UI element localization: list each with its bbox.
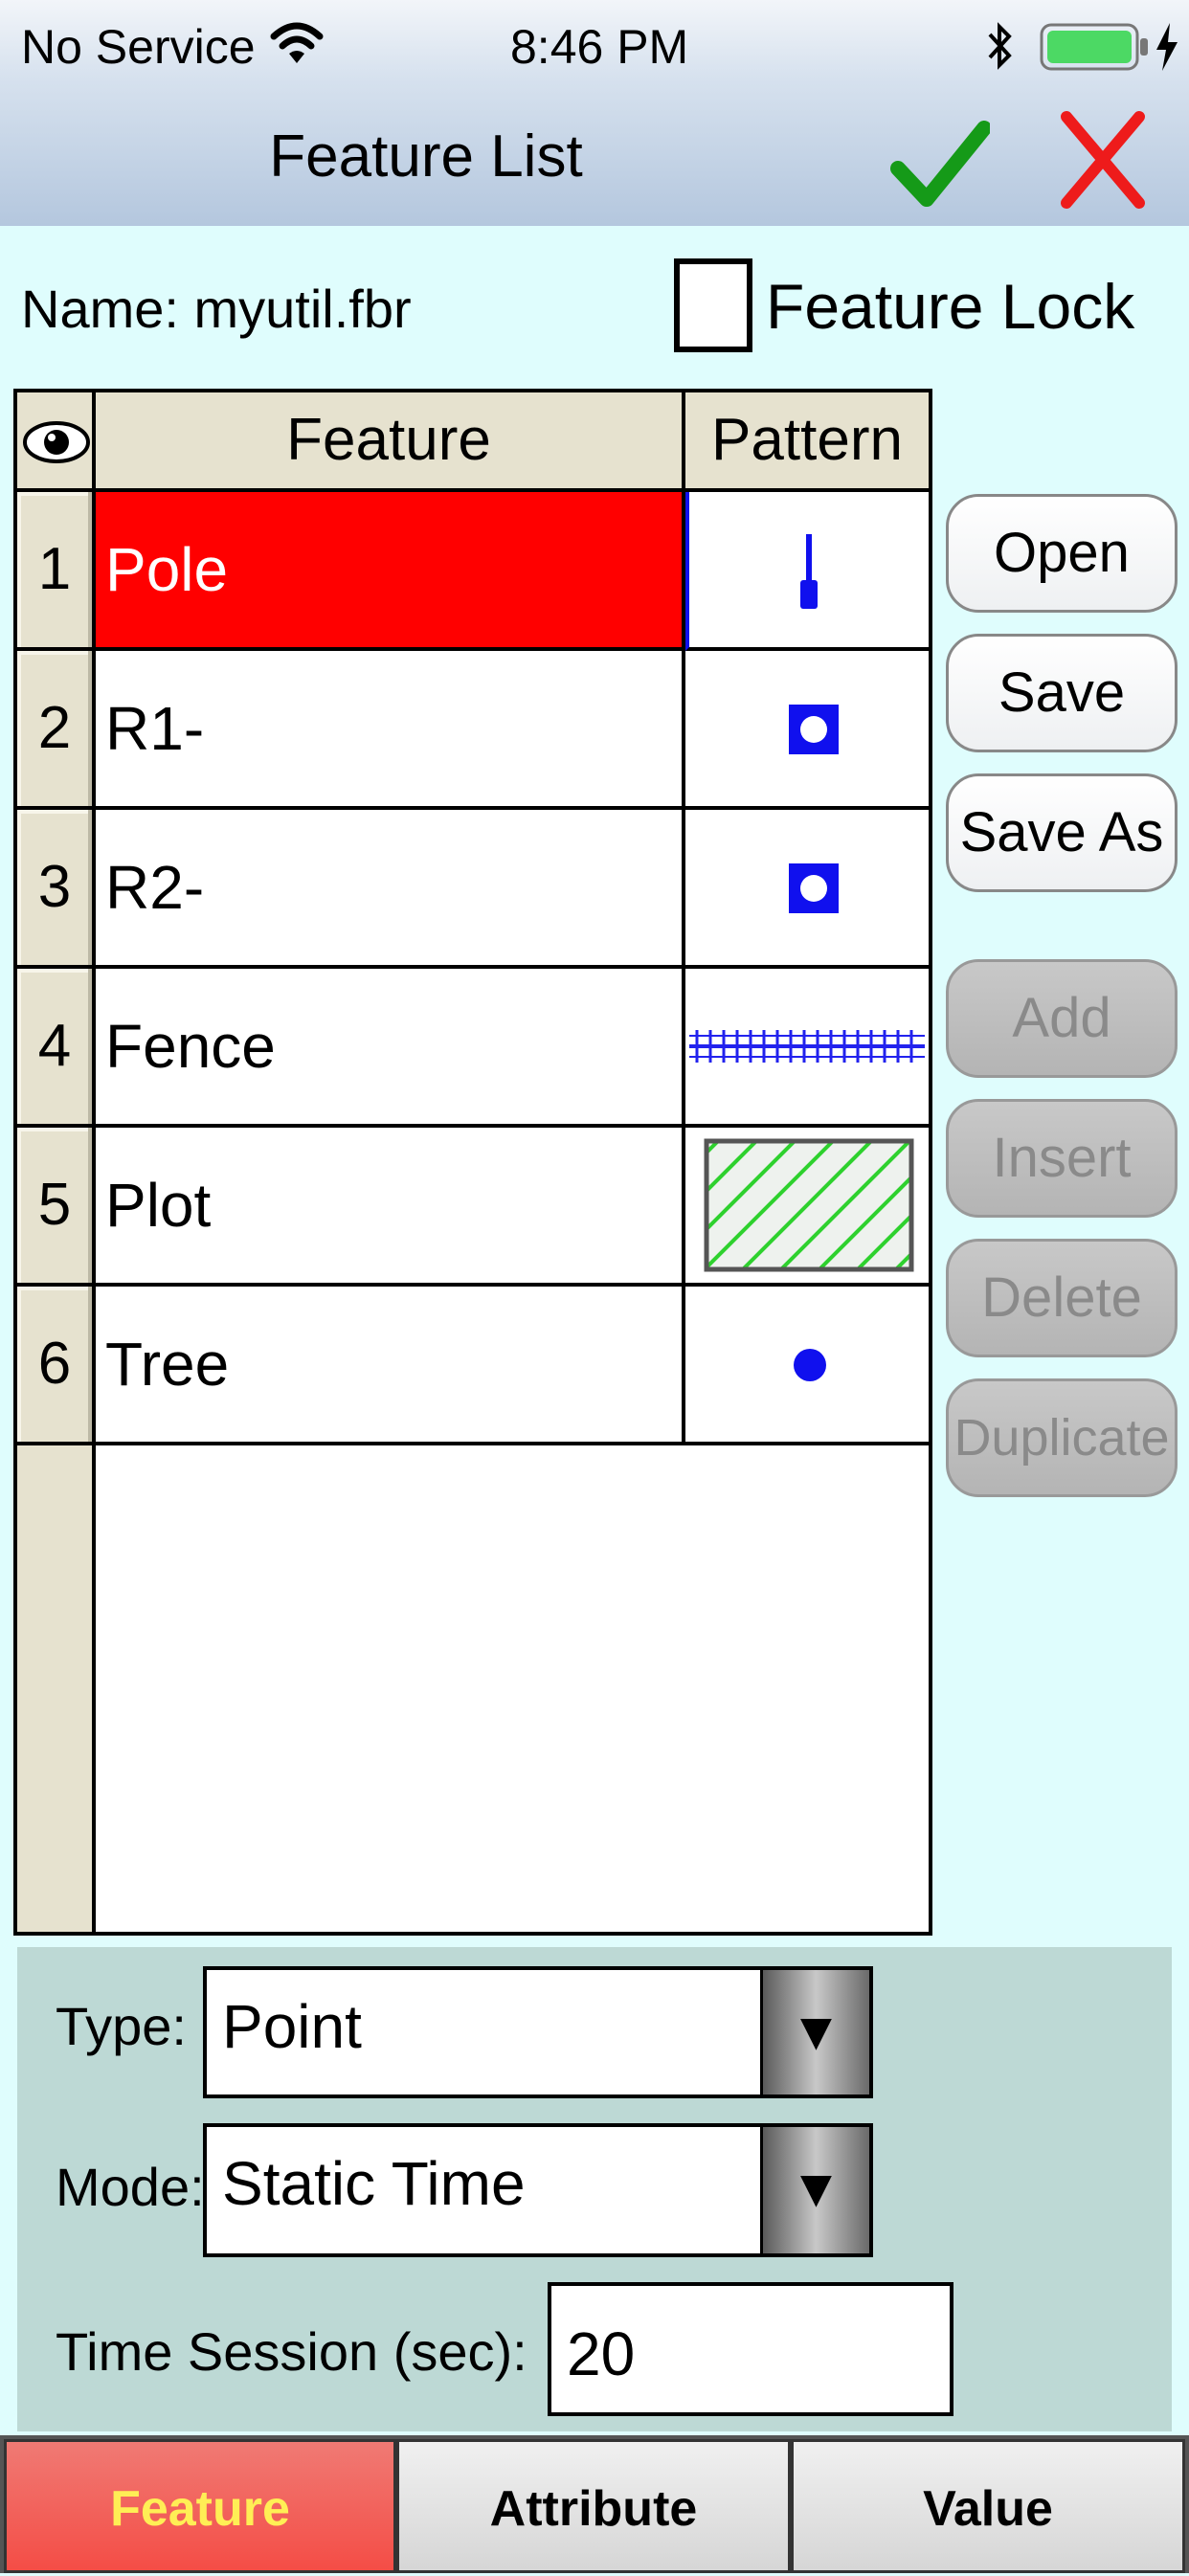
pattern-cell[interactable] [685,651,929,810]
file-name-label: Name: myutil.fbr [21,279,412,339]
row-number-6[interactable]: 6 [17,1287,96,1445]
feature-lock-label[interactable]: Feature Lock [766,270,1134,343]
row-number-2[interactable]: 2 [17,651,96,810]
bluetooth-icon [986,19,1015,73]
pattern-header-label: Pattern [711,407,903,473]
row-number-5[interactable]: 5 [17,1128,96,1287]
save-button[interactable]: Save [946,634,1178,752]
close-x-icon[interactable] [1059,109,1147,211]
mode-label: Mode: [56,2157,205,2217]
hollow-square-icon [789,705,839,754]
feature-column-header[interactable]: Feature [96,392,685,492]
save-as-button[interactable]: Save As [946,773,1178,892]
fence-line-icon [689,1026,925,1066]
dot-point-icon [793,1348,827,1382]
pole-point-icon [795,534,823,611]
time-session-label: Time Session (sec): [56,2321,527,2382]
feature-lock-checkbox[interactable] [674,258,752,352]
type-value: Point [222,1992,362,2061]
pattern-cell[interactable] [685,1128,929,1287]
tab-value[interactable]: Value [791,2439,1185,2573]
page-title: Feature List [269,123,583,190]
pattern-cell[interactable] [685,1287,929,1445]
feature-name: Pole [105,535,229,604]
row-index-filler [17,1445,96,1932]
duplicate-button[interactable]: Duplicate [946,1378,1178,1497]
pattern-cell[interactable] [685,810,929,969]
table-row-plot[interactable]: Plot [96,1128,685,1287]
feature-name: R1- [105,694,205,763]
checkmark-icon[interactable] [890,119,992,211]
feature-name: Tree [105,1330,230,1399]
time-session-value: 20 [567,2319,636,2388]
carrier-label: No Service [21,20,256,74]
mode-value: Static Time [222,2149,526,2218]
hatched-area-icon [703,1137,915,1273]
table-row-r1[interactable]: R1- [96,651,685,810]
type-label: Type: [56,1996,187,2056]
charging-bolt-icon [1153,21,1181,73]
mode-select[interactable]: Static Time ▼ [203,2123,873,2257]
tab-attribute[interactable]: Attribute [396,2439,791,2573]
hollow-square-icon [789,863,839,913]
battery-icon [1040,23,1151,71]
pattern-column-header[interactable]: Pattern [685,392,929,492]
feature-name: Fence [105,1012,276,1081]
feature-name: R2- [105,853,205,922]
table-row-r2[interactable]: R2- [96,810,685,969]
row-number-3[interactable]: 3 [17,810,96,969]
tab-feature[interactable]: Feature [4,2439,396,2573]
insert-button[interactable]: Insert [946,1099,1178,1218]
wifi-icon [270,19,324,69]
feature-name: Plot [105,1171,212,1240]
row-number-1[interactable]: 1 [17,492,96,651]
time-session-input[interactable]: 20 [548,2282,953,2416]
row-number-4[interactable]: 4 [17,969,96,1128]
visibility-header[interactable] [17,392,96,492]
open-button[interactable]: Open [946,494,1178,613]
table-row-pole[interactable]: Pole [96,492,685,651]
feature-header-label: Feature [286,407,491,473]
delete-button[interactable]: Delete [946,1239,1178,1357]
clock: 8:46 PM [510,20,689,74]
type-select[interactable]: Point ▼ [203,1966,873,2098]
table-row-fence[interactable]: Fence [96,969,685,1128]
dropdown-arrow-icon[interactable]: ▼ [760,1970,869,2094]
pattern-cell[interactable] [685,492,929,651]
pattern-cell[interactable] [685,969,929,1128]
dropdown-arrow-icon[interactable]: ▼ [760,2127,869,2253]
add-button[interactable]: Add [946,959,1178,1078]
eye-icon [21,417,92,467]
table-row-tree[interactable]: Tree [96,1287,685,1445]
